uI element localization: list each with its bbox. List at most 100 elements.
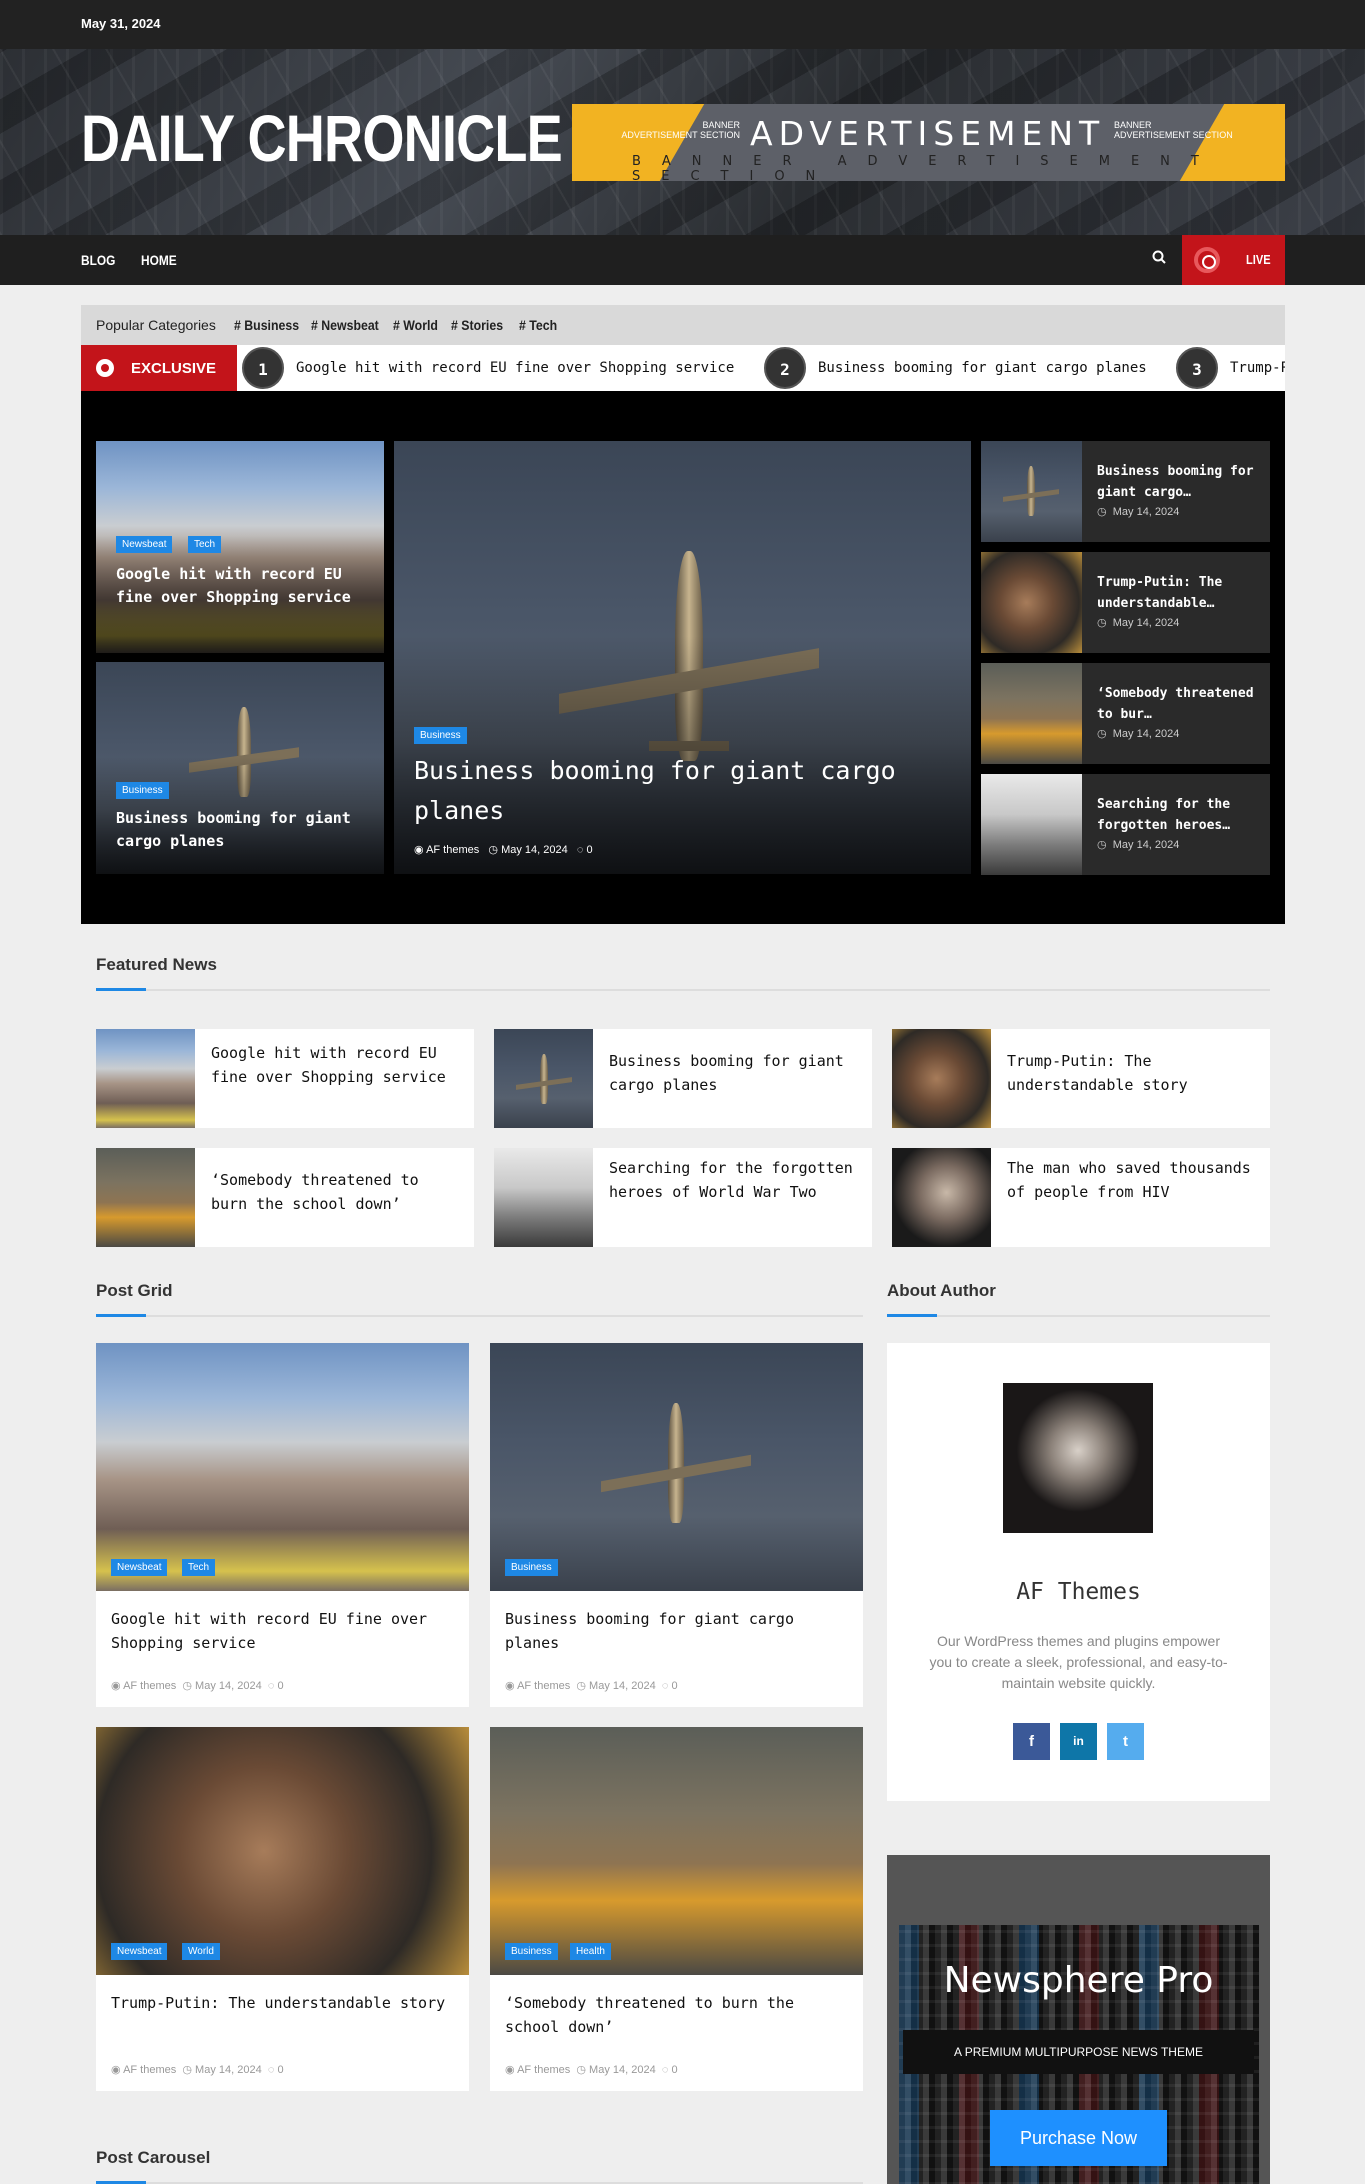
comment-count: 0 bbox=[586, 844, 593, 856]
side-thumb bbox=[981, 774, 1082, 875]
author-icon: ◉ bbox=[505, 1680, 515, 1692]
post-author[interactable]: AF themes bbox=[426, 844, 479, 856]
hero-side-item[interactable]: Searching for the forgotten heroes… ◷ Ma… bbox=[981, 774, 1270, 875]
ticker-number: 3 bbox=[1176, 347, 1218, 389]
hero-side-item[interactable]: Business booming for giant cargo… ◷ May … bbox=[981, 441, 1270, 542]
tag-badge[interactable]: Business bbox=[505, 1559, 558, 1576]
category-business[interactable]: # Business bbox=[234, 317, 299, 333]
post-meta: ◉ AF themes ◷ May 14, 2024 ◌ 0 bbox=[414, 843, 593, 856]
twitter-icon[interactable]: t bbox=[1107, 1723, 1144, 1760]
live-icon bbox=[1194, 247, 1220, 273]
purchase-now-button[interactable]: Purchase Now bbox=[990, 2110, 1167, 2166]
post-grid-card[interactable]: Business Business booming for giant carg… bbox=[490, 1343, 863, 1707]
site-title[interactable]: DAILY CHRONICLE bbox=[81, 105, 563, 171]
comment-icon: ◌ bbox=[267, 1680, 275, 1692]
comment-count: 0 bbox=[277, 2064, 284, 2076]
featured-card[interactable]: Searching for the forgotten heroes of Wo… bbox=[494, 1148, 872, 1247]
hero-side-item[interactable]: Trump-Putin: The understandable… ◷ May 1… bbox=[981, 552, 1270, 653]
ticker-title: Trump-Putin: The understandable story bbox=[1230, 360, 1285, 376]
tag-badge[interactable]: Tech bbox=[188, 536, 222, 553]
featured-card[interactable]: The man who saved thousands of people fr… bbox=[892, 1148, 1270, 1247]
featured-card[interactable]: Business booming for giant cargo planes bbox=[494, 1029, 872, 1128]
clock-icon: ◷ bbox=[182, 2064, 192, 2076]
post-image bbox=[490, 1343, 863, 1591]
hero-card-title: Google hit with record EU fine over Shop… bbox=[116, 565, 351, 606]
ticker-title: Google hit with record EU fine over Shop… bbox=[296, 360, 735, 376]
featured-card[interactable]: Trump-Putin: The understandable story bbox=[892, 1029, 1270, 1128]
hero-side-item[interactable]: ‘Somebody threatened to bur… ◷ May 14, 2… bbox=[981, 663, 1270, 764]
category-tech[interactable]: # Tech bbox=[519, 317, 557, 333]
ad-tag-right: BANNER ADVERTISEMENT SECTION bbox=[1114, 120, 1233, 140]
search-icon[interactable] bbox=[1152, 250, 1166, 268]
featured-thumb bbox=[96, 1148, 195, 1247]
about-author-heading: About Author bbox=[887, 1281, 1270, 1317]
post-author[interactable]: AF themes bbox=[517, 2064, 570, 2076]
post-meta: ◉ AF themes ◷ May 14, 2024 ◌ 0 bbox=[111, 2063, 284, 2076]
tag-badge[interactable]: Tech bbox=[182, 1559, 216, 1576]
live-button[interactable]: LIVE bbox=[1182, 235, 1285, 285]
post-grid-card[interactable]: Business Health ‘Somebody threatened to … bbox=[490, 1727, 863, 2091]
advertisement-banner[interactable]: BANNER ADVERTISEMENT SECTION ADVERTISEME… bbox=[572, 104, 1285, 181]
category-newsbeat[interactable]: # Newsbeat bbox=[311, 317, 379, 333]
post-grid-heading: Post Grid bbox=[96, 1281, 863, 1317]
featured-card[interactable]: Google hit with record EU fine over Shop… bbox=[96, 1029, 474, 1128]
clock-icon: ◷ bbox=[182, 1680, 192, 1692]
post-title: ‘Somebody threatened to burn the school … bbox=[505, 1994, 794, 2036]
facebook-icon[interactable]: f bbox=[1013, 1723, 1050, 1760]
featured-thumb bbox=[892, 1029, 991, 1128]
popular-categories: Popular Categories # Business # Newsbeat… bbox=[81, 305, 1285, 345]
post-image bbox=[96, 1727, 469, 1975]
ad-tag-right-line2: ADVERTISEMENT SECTION bbox=[1114, 130, 1233, 140]
post-grid-card[interactable]: Newsbeat World Trump-Putin: The understa… bbox=[96, 1727, 469, 2091]
author-icon: ◉ bbox=[111, 1680, 121, 1692]
ad-tag-left-line2: ADVERTISEMENT SECTION bbox=[621, 130, 740, 140]
featured-thumb bbox=[494, 1148, 593, 1247]
post-date: May 14, 2024 bbox=[195, 1680, 262, 1692]
featured-thumb bbox=[494, 1029, 593, 1128]
tag-badge[interactable]: Business bbox=[414, 727, 467, 744]
tag-badge[interactable]: Health bbox=[570, 1943, 611, 1960]
nav-item-blog[interactable]: BLOG bbox=[81, 252, 115, 268]
hero-card-left-bottom[interactable]: Business Business booming for giant carg… bbox=[96, 662, 384, 874]
comment-icon: ◌ bbox=[267, 2064, 275, 2076]
exclusive-text: EXCLUSIVE bbox=[131, 360, 217, 377]
featured-card[interactable]: ‘Somebody threatened to burn the school … bbox=[96, 1148, 474, 1247]
post-grid-card[interactable]: Newsbeat Tech Google hit with record EU … bbox=[96, 1343, 469, 1707]
comment-icon: ◌ bbox=[576, 844, 584, 856]
featured-title: The man who saved thousands of people fr… bbox=[1007, 1159, 1251, 1201]
side-title: Business booming for giant cargo… bbox=[1097, 464, 1254, 500]
comment-count: 0 bbox=[671, 1680, 678, 1692]
nav-item-home[interactable]: HOME bbox=[141, 252, 177, 268]
side-title: Searching for the forgotten heroes… bbox=[1097, 797, 1231, 833]
main-navigation: BLOG HOME LIVE bbox=[0, 235, 1365, 285]
section-title: Post Carousel bbox=[96, 2148, 211, 2167]
heading-accent bbox=[887, 1314, 937, 1317]
tag-badge[interactable]: Newsbeat bbox=[111, 1559, 168, 1576]
hero-card-left-top[interactable]: Newsbeat Tech Google hit with record EU … bbox=[96, 441, 384, 653]
post-date: May 14, 2024 bbox=[1112, 506, 1180, 518]
promo-widget: Newsphere Pro A PREMIUM MULTIPURPOSE NEW… bbox=[887, 1855, 1270, 2184]
post-carousel-heading: Post Carousel bbox=[96, 2148, 863, 2184]
post-author[interactable]: AF themes bbox=[123, 1680, 176, 1692]
featured-news-heading: Featured News bbox=[96, 955, 1270, 991]
post-author[interactable]: AF themes bbox=[517, 1680, 570, 1692]
tag-badge[interactable]: Newsbeat bbox=[116, 536, 173, 553]
current-date: May 31, 2024 bbox=[81, 16, 161, 31]
tag-badge[interactable]: Newsbeat bbox=[111, 1943, 168, 1960]
category-stories[interactable]: # Stories bbox=[451, 317, 503, 333]
post-author[interactable]: AF themes bbox=[123, 2064, 176, 2076]
side-thumb bbox=[981, 552, 1082, 653]
tag-badge[interactable]: Business bbox=[505, 1943, 558, 1960]
tag-badge[interactable]: World bbox=[182, 1943, 220, 1960]
masthead: DAILY CHRONICLE BANNER ADVERTISEMENT SEC… bbox=[0, 49, 1365, 235]
hero-main-card[interactable]: Business Business booming for giant carg… bbox=[394, 441, 971, 874]
comment-count: 0 bbox=[277, 1680, 284, 1692]
clock-icon: ◷ bbox=[1097, 617, 1107, 629]
post-meta: ◉ AF themes ◷ May 14, 2024 ◌ 0 bbox=[505, 1679, 678, 1692]
category-world[interactable]: # World bbox=[393, 317, 438, 333]
featured-thumb bbox=[892, 1148, 991, 1247]
featured-thumb bbox=[96, 1029, 195, 1128]
side-meta: ◷ May 14, 2024 bbox=[1097, 838, 1179, 851]
tag-badge[interactable]: Business bbox=[116, 782, 169, 799]
linkedin-icon[interactable]: in bbox=[1060, 1723, 1097, 1760]
